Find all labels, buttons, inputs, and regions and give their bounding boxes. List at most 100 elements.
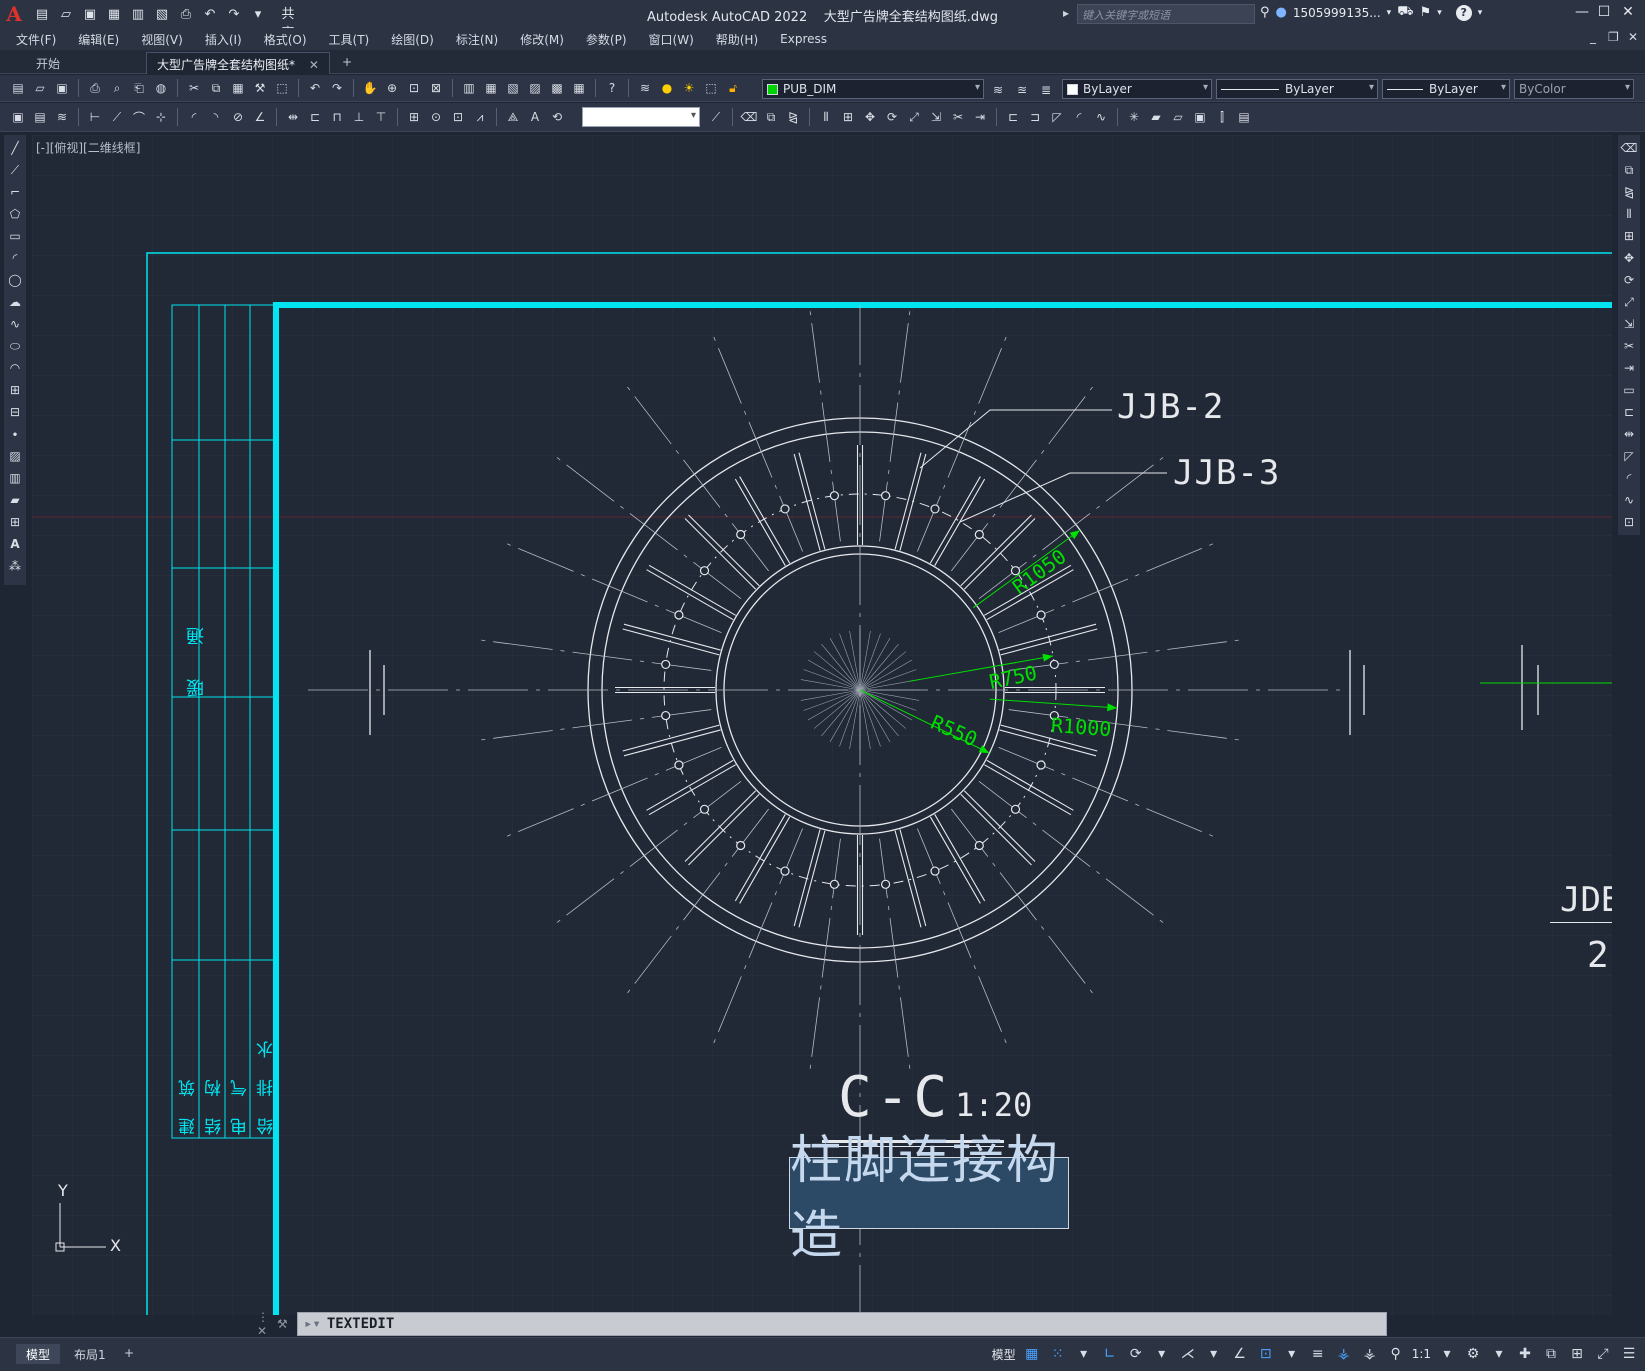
point-icon[interactable]: ∙	[6, 425, 24, 443]
customization-icon[interactable]: ☰	[1619, 1344, 1639, 1364]
publish-icon[interactable]: ▥	[128, 7, 148, 22]
aligned-dimension-icon[interactable]: ⟋	[107, 107, 127, 127]
array-icon[interactable]: ⊞	[838, 107, 858, 127]
break-icon[interactable]: ⊏	[1620, 403, 1638, 421]
ellipse-icon[interactable]: ⬭	[6, 337, 24, 355]
drawing-canvas[interactable]: [-][俯视][二维线框] JJB-2 JJB-3 R1050 R750 R55…	[32, 135, 1612, 1315]
arc-length-icon[interactable]: ⌒	[129, 107, 149, 127]
object-snap-icon[interactable]: ⊡	[1256, 1344, 1276, 1364]
radius-dimension-icon[interactable]: ◜	[184, 107, 204, 127]
group-icon[interactable]: ▣	[1190, 107, 1210, 127]
chevron-down-icon[interactable]: ▾	[1437, 8, 1442, 18]
break-at-point-icon[interactable]: ▭	[1620, 381, 1638, 399]
minimize-icon[interactable]: —	[1572, 4, 1592, 20]
chamfer-icon[interactable]: ◸	[1047, 107, 1067, 127]
new-tab-button[interactable]: +	[332, 52, 362, 74]
menu-item-11[interactable]: 帮助(H)	[716, 31, 758, 48]
region-icon[interactable]: ▰	[6, 491, 24, 509]
autocad-logo-icon[interactable]: A	[0, 0, 28, 28]
mirror-icon[interactable]: ⧎	[783, 107, 803, 127]
layer-freeze-icon[interactable]: ☀	[679, 78, 699, 98]
trim-icon[interactable]: ✂	[948, 107, 968, 127]
explode-icon[interactable]: ✳	[1124, 107, 1144, 127]
chevron-down-icon[interactable]: ▾	[1204, 1344, 1224, 1364]
menu-item-4[interactable]: 格式(O)	[264, 31, 307, 48]
units-icon[interactable]: ⧉	[1541, 1344, 1561, 1364]
line-icon[interactable]: ╱	[6, 139, 24, 157]
plot-icon[interactable]: ⎙	[85, 78, 105, 98]
dimension-style-dropdown[interactable]: ▾	[582, 107, 700, 127]
make-current-layer-icon[interactable]: ≋	[988, 80, 1008, 100]
tolerance-icon[interactable]: ⊞	[404, 107, 424, 127]
table-icon[interactable]: ⊞	[6, 513, 24, 531]
export-icon[interactable]: ▧	[152, 7, 172, 22]
hatch-icon[interactable]: ▨	[6, 447, 24, 465]
isometric-icon[interactable]: ⋌	[1178, 1344, 1198, 1364]
diameter-dimension-icon[interactable]: ⊘	[228, 107, 248, 127]
ellipse-arc-icon[interactable]: ◠	[6, 359, 24, 377]
menu-item-6[interactable]: 绘图(D)	[391, 31, 434, 48]
chevron-down-icon[interactable]: ▾	[1387, 8, 1392, 18]
menu-item-1[interactable]: 编辑(E)	[78, 31, 119, 48]
menu-item-7[interactable]: 标注(N)	[456, 31, 498, 48]
object-snap-tracking-icon[interactable]: ∠	[1230, 1344, 1250, 1364]
polar-tracking-icon[interactable]: ⟳	[1126, 1344, 1146, 1364]
user-icon[interactable]: ●	[1276, 5, 1287, 20]
join-icon[interactable]: ⊐	[1025, 107, 1045, 127]
menu-item-9[interactable]: 参数(P)	[586, 31, 627, 48]
new-file-icon[interactable]: ▤	[32, 7, 52, 22]
paste-icon[interactable]: ▦	[228, 78, 248, 98]
explode-icon[interactable]: ⊡	[1620, 513, 1638, 531]
plotstyle-dropdown[interactable]: ByColor ▾	[1514, 79, 1634, 99]
spline-icon[interactable]: ∿	[6, 315, 24, 333]
angular-dimension-icon[interactable]: ∠	[250, 107, 270, 127]
help-icon[interactable]: ?	[602, 78, 622, 98]
chevron-down-icon[interactable]: ▾	[1478, 8, 1483, 18]
gradient-icon[interactable]: ▥	[6, 469, 24, 487]
trim-icon[interactable]: ✂	[1620, 337, 1638, 355]
save-icon[interactable]: ▣	[52, 78, 72, 98]
lineweight-dropdown[interactable]: ByLayer ▾	[1382, 79, 1510, 99]
layer-properties-icon[interactable]: ≋	[635, 78, 655, 98]
linetype-dropdown[interactable]: ByLayer ▾	[1216, 79, 1378, 99]
zoom-window-icon[interactable]: ⊡	[404, 78, 424, 98]
tool-palettes-icon[interactable]: ▧	[503, 78, 523, 98]
chevron-down-icon[interactable]: ▾	[1282, 1344, 1302, 1364]
menu-item-10[interactable]: 窗口(W)	[649, 31, 694, 48]
center-mark-icon[interactable]: ⊙	[426, 107, 446, 127]
calculator-icon[interactable]: ▦	[569, 78, 589, 98]
construction-line-icon[interactable]: ⟋	[6, 161, 24, 179]
save-as-icon[interactable]: ▦	[104, 7, 124, 22]
plot-icon[interactable]: ⎙	[176, 7, 196, 22]
copy-icon[interactable]: ⧉	[1620, 161, 1638, 179]
offset-icon[interactable]: ⫴	[816, 107, 836, 127]
3d-print-icon[interactable]: ◍	[151, 78, 171, 98]
pan-icon[interactable]: ✋	[360, 78, 380, 98]
save-icon[interactable]: ▣	[80, 7, 100, 22]
menu-item-3[interactable]: 插入(I)	[205, 31, 242, 48]
annotation-visibility-icon[interactable]: ⚶	[1334, 1344, 1354, 1364]
join-icon[interactable]: ⇹	[1620, 425, 1638, 443]
draworder-icon[interactable]: ▤	[1234, 107, 1254, 127]
tab-active-drawing[interactable]: 大型广告牌全套结构图纸* ✕	[146, 52, 330, 74]
workspace-icon[interactable]: ▣	[8, 107, 28, 127]
autodesk-account-icon[interactable]: ⚑	[1420, 5, 1432, 20]
multiline-text-icon[interactable]: A	[6, 535, 24, 553]
rectangle-icon[interactable]: ▭	[6, 227, 24, 245]
viewport-controls[interactable]: [-][俯视][二维线框]	[36, 139, 140, 156]
tab-model[interactable]: 模型	[16, 1344, 61, 1364]
stretch-icon[interactable]: ⇲	[926, 107, 946, 127]
layer-on-icon[interactable]: ●	[657, 78, 677, 98]
search-icon[interactable]: ⚲	[1260, 5, 1270, 20]
tab-layout1[interactable]: 布局1	[64, 1344, 116, 1364]
fillet-icon[interactable]: ◜	[1069, 107, 1089, 127]
command-input[interactable]: ▸▾ TEXTEDIT	[297, 1312, 1387, 1336]
tab-start[interactable]: 开始	[26, 52, 70, 74]
markup-icon[interactable]: ▩	[547, 78, 567, 98]
color-dropdown[interactable]: ByLayer ▾	[1062, 79, 1212, 99]
rotate-icon[interactable]: ⟳	[1620, 271, 1638, 289]
dimension-space-icon[interactable]: ⊥	[349, 107, 369, 127]
model-space-toggle[interactable]: 模型	[992, 1346, 1016, 1363]
linear-dimension-icon[interactable]: ⊢	[85, 107, 105, 127]
close-icon[interactable]: ✕	[1618, 4, 1638, 20]
